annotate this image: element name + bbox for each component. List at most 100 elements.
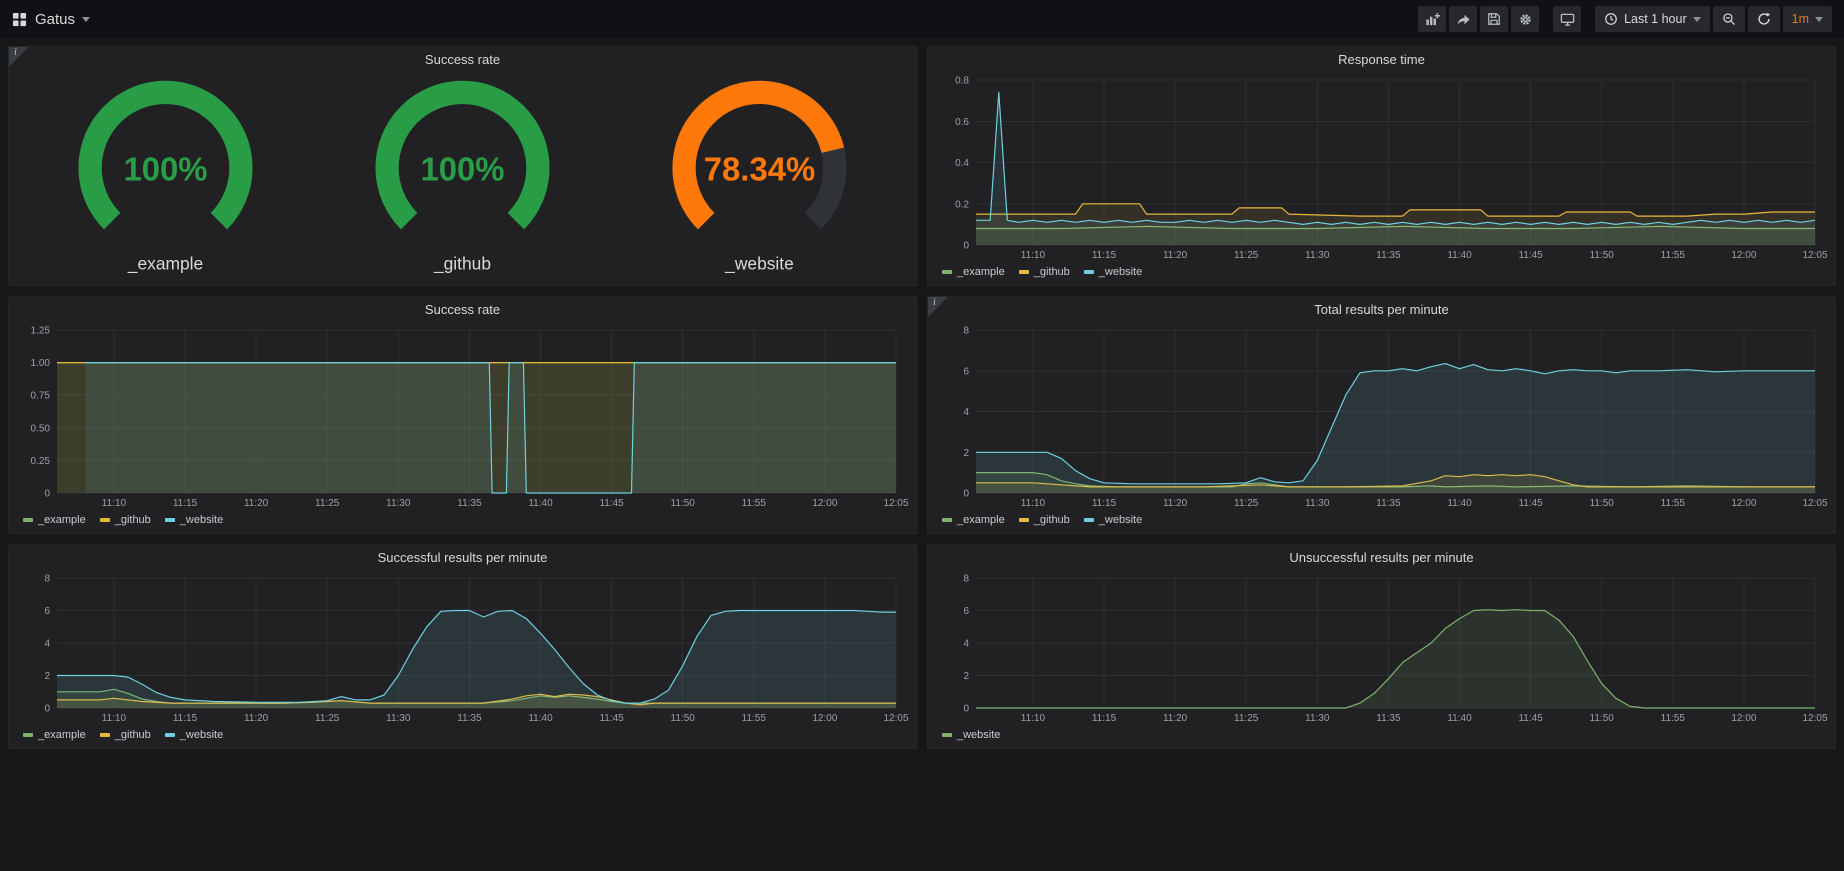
chart-canvas[interactable]: 00.250.500.751.001.2511:1011:1511:2011:2… bbox=[15, 322, 910, 511]
cycle-view-mode-button[interactable] bbox=[1553, 6, 1581, 32]
svg-text:11:30: 11:30 bbox=[1305, 498, 1330, 509]
svg-text:11:35: 11:35 bbox=[1376, 713, 1401, 724]
panel-title[interactable]: Total results per minute bbox=[928, 297, 1835, 322]
svg-text:11:45: 11:45 bbox=[599, 498, 624, 509]
legend-label: _example bbox=[957, 266, 1005, 278]
panel-info-icon[interactable]: i bbox=[928, 297, 948, 317]
legend-color-swatch bbox=[942, 518, 952, 522]
svg-text:12:05: 12:05 bbox=[883, 713, 908, 724]
chart-legend: _website bbox=[928, 726, 1835, 748]
gauge-_example: 100%_example bbox=[17, 74, 314, 279]
svg-text:11:20: 11:20 bbox=[1163, 498, 1188, 509]
successful-results-chart[interactable]: 0246811:1011:1511:2011:2511:3011:3511:40… bbox=[15, 570, 910, 726]
svg-text:11:45: 11:45 bbox=[1518, 713, 1543, 724]
legend-label: _website bbox=[957, 729, 1000, 741]
panel-info-icon[interactable]: i bbox=[9, 47, 29, 67]
refresh-icon bbox=[1757, 12, 1771, 26]
chart-canvas[interactable]: 00.20.40.60.811:1011:1511:2011:2511:3011… bbox=[934, 72, 1829, 263]
svg-text:6: 6 bbox=[963, 606, 969, 617]
panel-title[interactable]: Success rate bbox=[9, 47, 916, 72]
save-dashboard-button[interactable] bbox=[1480, 6, 1508, 32]
svg-text:11:20: 11:20 bbox=[1163, 250, 1188, 261]
response-time-chart[interactable]: 00.20.40.60.811:1011:1511:2011:2511:3011… bbox=[934, 72, 1829, 263]
share-dashboard-button[interactable] bbox=[1449, 6, 1477, 32]
gauge-value: 78.34% bbox=[704, 150, 815, 187]
panel-title[interactable]: Unsuccessful results per minute bbox=[928, 545, 1835, 570]
legend-label: _github bbox=[1034, 266, 1070, 278]
legend-item-_website[interactable]: _website bbox=[165, 514, 223, 526]
legend-label: _website bbox=[1099, 266, 1142, 278]
svg-text:0: 0 bbox=[44, 704, 50, 715]
svg-text:11:45: 11:45 bbox=[1518, 250, 1543, 261]
legend-color-swatch bbox=[23, 518, 33, 522]
svg-text:11:30: 11:30 bbox=[386, 498, 411, 509]
legend-item-_example[interactable]: _example bbox=[942, 266, 1005, 278]
gauge-label: _example bbox=[127, 253, 203, 273]
legend-item-_github[interactable]: _github bbox=[1019, 514, 1070, 526]
legend-item-_github[interactable]: _github bbox=[100, 729, 151, 741]
gauge-arc: 100%_example bbox=[17, 74, 314, 279]
chart-canvas[interactable]: 0246811:1011:1511:2011:2511:3011:3511:40… bbox=[934, 570, 1829, 726]
chart-canvas[interactable]: 0246811:1011:1511:2011:2511:3011:3511:40… bbox=[15, 570, 910, 726]
legend-color-swatch bbox=[100, 733, 110, 737]
panel-title[interactable]: Successful results per minute bbox=[9, 545, 916, 570]
svg-text:11:45: 11:45 bbox=[599, 713, 624, 724]
legend-color-swatch bbox=[942, 733, 952, 737]
legend-item-_example[interactable]: _example bbox=[942, 514, 1005, 526]
svg-text:8: 8 bbox=[963, 326, 969, 337]
svg-text:11:15: 11:15 bbox=[1092, 713, 1117, 724]
svg-text:0.4: 0.4 bbox=[955, 158, 969, 169]
legend-item-_website[interactable]: _website bbox=[1084, 514, 1142, 526]
chart-legend: _example _github _website bbox=[928, 511, 1835, 533]
gauge-arc: 100%_github bbox=[314, 74, 611, 279]
legend-color-swatch bbox=[1019, 270, 1029, 274]
svg-text:11:25: 11:25 bbox=[1234, 250, 1259, 261]
svg-text:11:40: 11:40 bbox=[528, 713, 553, 724]
svg-text:11:50: 11:50 bbox=[671, 498, 696, 509]
panel-response-time: Response time 00.20.40.60.811:1011:1511:… bbox=[927, 46, 1836, 286]
gauge-label: _website bbox=[724, 253, 794, 273]
svg-text:11:25: 11:25 bbox=[1234, 713, 1259, 724]
time-range-picker-button[interactable]: Last 1 hour bbox=[1595, 6, 1710, 32]
add-panel-button[interactable] bbox=[1418, 6, 1446, 32]
legend-item-_github[interactable]: _github bbox=[1019, 266, 1070, 278]
legend-item-_example[interactable]: _example bbox=[23, 729, 86, 741]
svg-text:11:35: 11:35 bbox=[1376, 250, 1401, 261]
legend-item-_example[interactable]: _example bbox=[23, 514, 86, 526]
svg-text:11:50: 11:50 bbox=[1590, 250, 1615, 261]
gauge-label: _github bbox=[433, 253, 491, 273]
panel-title[interactable]: Success rate bbox=[9, 297, 916, 322]
svg-text:0: 0 bbox=[963, 489, 969, 500]
refresh-interval-picker-button[interactable]: 1m bbox=[1783, 6, 1832, 32]
svg-text:12:00: 12:00 bbox=[812, 713, 837, 724]
svg-text:11:55: 11:55 bbox=[1661, 713, 1686, 724]
monitor-icon bbox=[1560, 12, 1575, 27]
svg-text:11:40: 11:40 bbox=[528, 498, 553, 509]
svg-text:11:25: 11:25 bbox=[1234, 498, 1259, 509]
chart-canvas[interactable]: 0246811:1011:1511:2011:2511:3011:3511:40… bbox=[934, 322, 1829, 511]
svg-text:1.25: 1.25 bbox=[31, 326, 51, 337]
legend-item-_website[interactable]: _website bbox=[942, 729, 1000, 741]
success-rate-chart[interactable]: 00.250.500.751.001.2511:1011:1511:2011:2… bbox=[15, 322, 910, 511]
refresh-interval-label: 1m bbox=[1792, 12, 1809, 26]
legend-item-_website[interactable]: _website bbox=[165, 729, 223, 741]
total-results-chart[interactable]: 0246811:1011:1511:2011:2511:3011:3511:40… bbox=[934, 322, 1829, 511]
dashboard-settings-button[interactable] bbox=[1511, 6, 1539, 32]
zoom-out-time-button[interactable] bbox=[1713, 6, 1745, 32]
svg-text:0.6: 0.6 bbox=[955, 117, 969, 128]
svg-text:11:55: 11:55 bbox=[1661, 250, 1686, 261]
legend-color-swatch bbox=[165, 733, 175, 737]
chevron-down-icon bbox=[1693, 17, 1701, 22]
legend-item-_website[interactable]: _website bbox=[1084, 266, 1142, 278]
svg-text:11:30: 11:30 bbox=[386, 713, 411, 724]
refresh-button[interactable] bbox=[1748, 6, 1780, 32]
dashboard-title-button[interactable]: Gatus bbox=[35, 11, 90, 28]
svg-text:11:30: 11:30 bbox=[1305, 250, 1330, 261]
svg-text:0.75: 0.75 bbox=[31, 391, 51, 402]
svg-text:12:05: 12:05 bbox=[1802, 713, 1827, 724]
svg-text:11:20: 11:20 bbox=[244, 498, 269, 509]
unsuccessful-results-chart[interactable]: 0246811:1011:1511:2011:2511:3011:3511:40… bbox=[934, 570, 1829, 726]
dashboards-grid-button[interactable] bbox=[12, 12, 27, 27]
panel-title[interactable]: Response time bbox=[928, 47, 1835, 72]
legend-item-_github[interactable]: _github bbox=[100, 514, 151, 526]
